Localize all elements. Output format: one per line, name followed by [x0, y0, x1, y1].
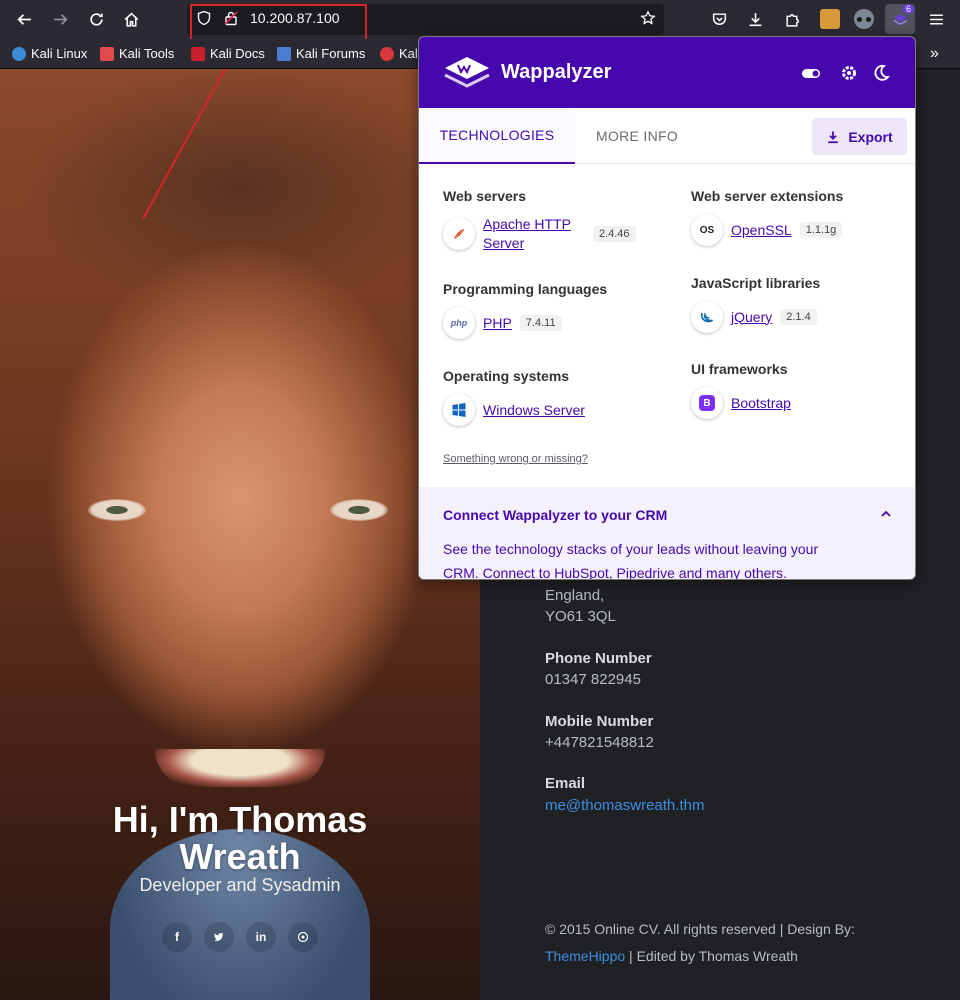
reload-icon[interactable]: [83, 6, 109, 32]
wappalyzer-logo-icon: [444, 57, 490, 88]
export-button[interactable]: Export: [812, 118, 907, 155]
dark-mode-moon-icon[interactable]: [871, 63, 891, 83]
tech-windows-server[interactable]: Windows Server: [443, 394, 585, 426]
email-label: Email: [545, 775, 586, 792]
mobile-value: +447821548812: [545, 734, 654, 751]
mobile-label: Mobile Number: [545, 713, 654, 730]
extension-badge: 6: [902, 4, 914, 14]
bookmark-label: Kali Forums: [296, 46, 366, 61]
extension-spy-icon[interactable]: [851, 6, 877, 32]
phone-label: Phone Number: [545, 650, 652, 667]
hero-title: Hi, I'm Thomas Wreath: [60, 801, 420, 875]
crm-description: See the technology stacks of your leads …: [443, 541, 819, 580]
bookmark-kali-forums[interactable]: Kali Forums: [277, 46, 365, 61]
bookmark-kali-nethunter[interactable]: Kal: [380, 46, 418, 61]
extensions-puzzle-icon[interactable]: [779, 6, 805, 32]
windows-icon: [443, 394, 475, 426]
download-icon: [828, 130, 839, 143]
bookmark-label: Kali Tools: [119, 46, 175, 61]
tech-apache-line2: Server: [483, 235, 525, 251]
email-link[interactable]: me@thomaswreath.thm: [545, 797, 704, 814]
category-javascript-libraries: JavaScript libraries: [691, 275, 821, 291]
tech-openssl-version: 1.1.1g: [799, 222, 843, 238]
category-operating-systems: Operating systems: [443, 368, 570, 384]
url-highlight-annotation: [190, 4, 367, 44]
openssl-icon: OS: [691, 214, 723, 246]
bookmark-label: Kali Linux: [31, 46, 88, 61]
category-ui-frameworks: UI frameworks: [691, 361, 788, 377]
jquery-icon: [691, 301, 723, 333]
menu-icon[interactable]: [923, 6, 949, 32]
bookmark-kali-tools[interactable]: Kali Tools: [100, 46, 174, 61]
address-line2: YO61 3QL: [545, 608, 616, 625]
tab-more-info[interactable]: MORE INFO: [575, 108, 699, 164]
kali-forums-icon: [277, 46, 291, 61]
nethunter-icon: [380, 46, 394, 61]
tech-php[interactable]: php PHP 7.4.11: [443, 307, 562, 339]
phone-value: 01347 822945: [545, 671, 641, 688]
tech-jquery-link[interactable]: jQuery: [731, 308, 772, 327]
pocket-icon[interactable]: [706, 6, 732, 32]
twitter-icon[interactable]: [204, 922, 234, 952]
crm-section: Connect Wappalyzer to your CRM See the t…: [419, 487, 915, 580]
category-web-servers: Web servers: [443, 188, 527, 204]
browser-toolbar: 10.200.87.100 6: [0, 0, 960, 44]
home-icon[interactable]: [118, 6, 144, 32]
tech-php-version: 7.4.11: [519, 315, 562, 331]
wappalyzer-header: Wappalyzer: [419, 37, 915, 108]
hero-title-line2: Wreath: [179, 836, 301, 877]
tech-bootstrap-link[interactable]: Bootstrap: [731, 394, 791, 413]
tech-php-link[interactable]: PHP: [483, 314, 512, 333]
extension-chisel-icon[interactable]: [817, 6, 843, 32]
linkedin-icon[interactable]: in: [246, 922, 276, 952]
export-label: Export: [848, 128, 893, 145]
back-icon[interactable]: [11, 6, 37, 32]
tech-jquery-version: 2.1.4: [780, 309, 817, 325]
forward-icon[interactable]: [47, 6, 73, 32]
tech-openssl-link[interactable]: OpenSSL: [731, 221, 792, 240]
tech-apache[interactable]: Apache HTTP Server 2.4.46: [443, 215, 636, 253]
kali-docs-icon: [191, 46, 205, 61]
category-web-server-extensions: Web server extensions: [691, 188, 844, 204]
themehippo-link[interactable]: ThemeHippo: [545, 948, 625, 964]
copyright-text: © 2015 Online CV. All rights reserved | …: [545, 921, 855, 937]
tech-apache-line1: Apache HTTP: [483, 216, 571, 232]
facebook-icon[interactable]: f: [162, 922, 192, 952]
tab-technologies[interactable]: TECHNOLOGIES: [419, 108, 575, 164]
bookmarks-overflow-icon[interactable]: »: [930, 45, 939, 63]
apache-feather-icon: [443, 218, 475, 250]
crm-title[interactable]: Connect Wappalyzer to your CRM: [443, 507, 667, 523]
kali-tools-icon: [100, 46, 114, 61]
wappalyzer-brand: Wappalyzer: [501, 61, 612, 83]
wappalyzer-popup: Wappalyzer TECHNOLOGIES MORE INFO Export…: [418, 36, 916, 580]
tech-jquery[interactable]: jQuery 2.1.4: [691, 301, 817, 333]
bookmark-star-icon[interactable]: [640, 10, 656, 26]
tech-windows-link[interactable]: Windows Server: [483, 401, 585, 420]
category-programming-languages: Programming languages: [443, 281, 608, 297]
toggle-icon[interactable]: [801, 63, 821, 83]
bookmark-kali-docs[interactable]: Kali Docs: [191, 46, 265, 61]
edited-by-text: | Edited by Thomas Wreath: [629, 948, 798, 964]
php-icon: php: [443, 307, 475, 339]
downloads-icon[interactable]: [742, 6, 768, 32]
bookmark-label: Kal: [399, 46, 418, 61]
tech-bootstrap[interactable]: B Bootstrap: [691, 387, 791, 419]
wappalyzer-extension-icon[interactable]: 6: [885, 4, 915, 34]
bootstrap-icon: B: [691, 387, 723, 419]
hero-title-line1: Hi, I'm Thomas: [112, 799, 368, 840]
tech-openssl[interactable]: OS OpenSSL 1.1.1g: [691, 214, 843, 246]
settings-gear-icon[interactable]: [839, 63, 859, 83]
profile-photo: Hi, I'm Thomas Wreath Developer and Sysa…: [0, 69, 480, 1000]
hero-subtitle: Developer and Sysadmin: [139, 875, 341, 895]
kali-dragon-icon: [12, 46, 26, 61]
bookmark-kali-linux[interactable]: Kali Linux: [12, 46, 87, 61]
bookmark-label: Kali Docs: [210, 46, 265, 61]
github-icon[interactable]: [288, 922, 318, 952]
chevron-up-icon[interactable]: [879, 507, 893, 521]
address-line1: England,: [545, 587, 605, 604]
tech-apache-link[interactable]: Apache HTTP Server: [483, 215, 571, 253]
tech-apache-version: 2.4.46: [592, 226, 636, 242]
something-wrong-link[interactable]: Something wrong or missing?: [443, 453, 588, 465]
